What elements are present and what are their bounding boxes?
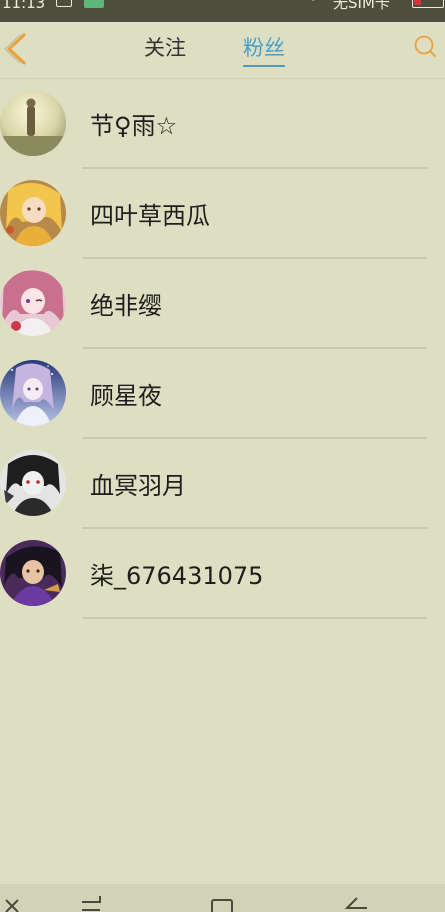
home-icon[interactable] bbox=[209, 896, 235, 912]
avatar[interactable] bbox=[0, 180, 66, 246]
row-divider bbox=[82, 617, 427, 619]
status-time: 11:13 bbox=[2, 0, 46, 12]
avatar[interactable] bbox=[0, 540, 66, 606]
fan-name: 血冥羽月 bbox=[90, 472, 186, 500]
message-icon bbox=[56, 0, 72, 7]
avatar[interactable] bbox=[0, 270, 66, 336]
fan-name: 顾星夜 bbox=[90, 382, 162, 410]
avatar[interactable] bbox=[0, 360, 66, 426]
fan-name: 四叶草西瓜 bbox=[90, 202, 210, 230]
header: 关注 粉丝 bbox=[0, 22, 445, 79]
close-icon[interactable] bbox=[2, 896, 28, 912]
list-item[interactable]: 柒_676431075 bbox=[0, 528, 445, 619]
tab-follow[interactable]: 关注 bbox=[144, 34, 186, 62]
navigation-bar bbox=[0, 884, 445, 912]
status-bar: 11:13 无SIM卡 bbox=[0, 0, 445, 22]
list-item[interactable]: 顾星夜 bbox=[0, 348, 445, 439]
list-item[interactable]: 四叶草西瓜 bbox=[0, 168, 445, 259]
chevron-left-icon[interactable] bbox=[4, 32, 30, 66]
list-item[interactable]: 节♀雨☆ bbox=[0, 78, 445, 169]
sim-status-text: 无SIM卡 bbox=[333, 0, 390, 12]
avatar[interactable] bbox=[0, 450, 66, 516]
fan-name: 节♀雨☆ bbox=[90, 112, 178, 140]
fan-name: 柒_676431075 bbox=[90, 562, 264, 590]
battery-icon bbox=[412, 0, 444, 8]
fan-name: 绝非缨 bbox=[90, 292, 162, 320]
search-icon[interactable] bbox=[413, 34, 437, 58]
tab-fans[interactable]: 粉丝 bbox=[243, 34, 285, 67]
list-item[interactable]: 绝非缨 bbox=[0, 258, 445, 349]
list-item[interactable]: 血冥羽月 bbox=[0, 438, 445, 529]
fan-list: 节♀雨☆ 四叶草西瓜 绝非缨 顾星夜 血冥羽月 柒_676431075 bbox=[0, 78, 445, 619]
avatar[interactable] bbox=[0, 90, 66, 156]
battery-saver-icon bbox=[84, 0, 104, 8]
wifi-icon bbox=[311, 0, 315, 1]
menu-icon[interactable] bbox=[78, 896, 104, 912]
back-icon[interactable] bbox=[343, 896, 369, 912]
